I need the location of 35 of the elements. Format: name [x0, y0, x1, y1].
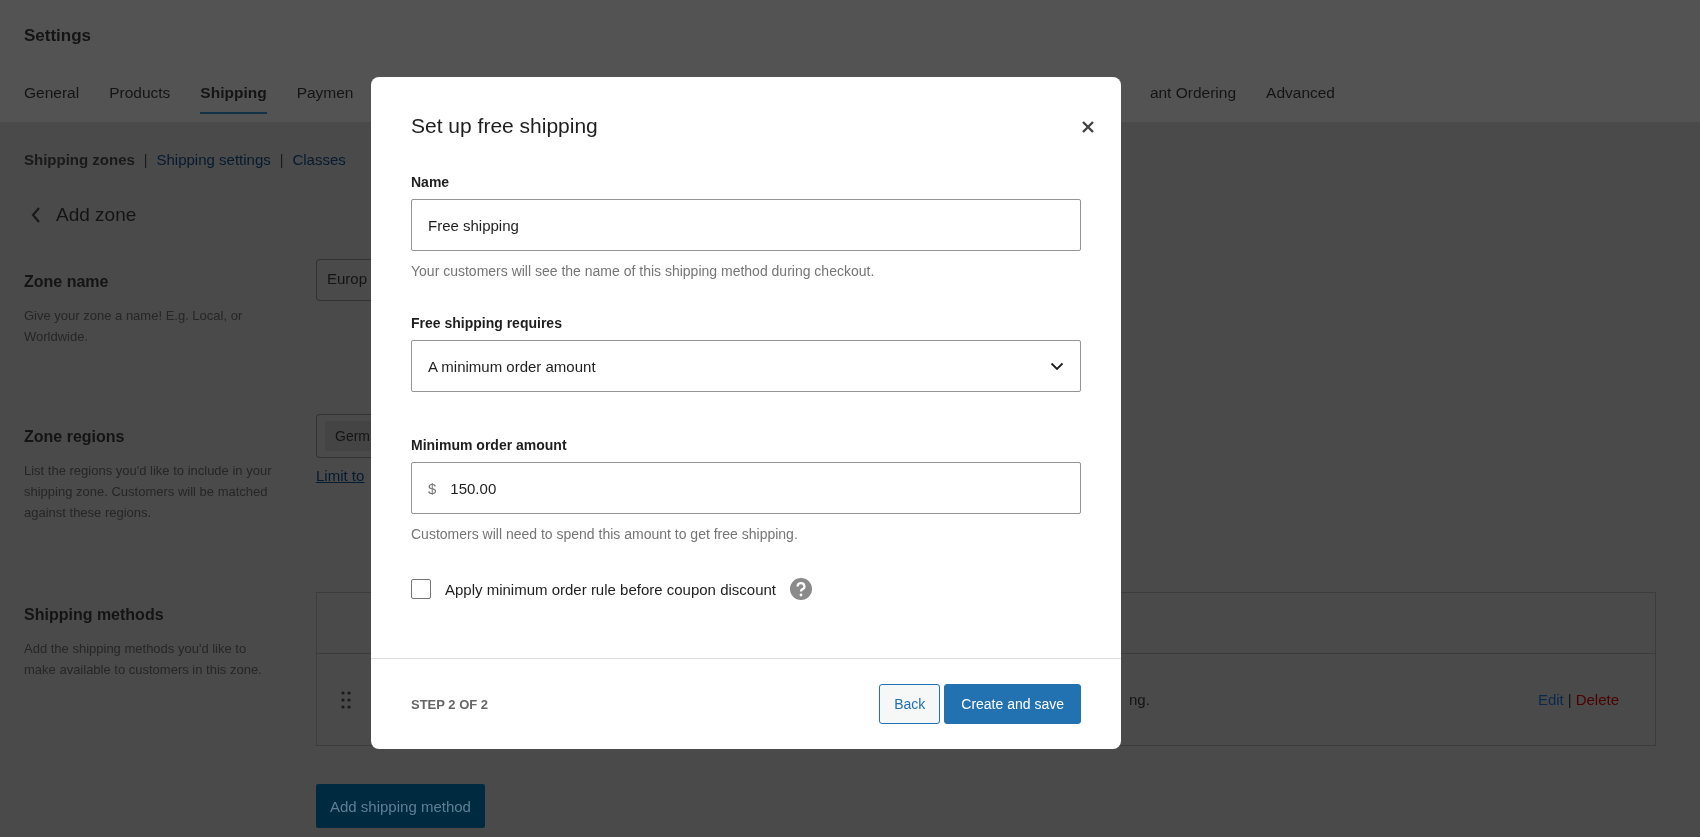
- chevron-left-icon[interactable]: [30, 206, 42, 224]
- help-icon[interactable]: [790, 578, 812, 600]
- edit-link[interactable]: Edit: [1537, 691, 1564, 708]
- field-label: Free shipping requires: [411, 315, 563, 331]
- limit-link[interactable]: Limit to: [316, 467, 365, 484]
- checkbox-label[interactable]: Apply minimum order rule before coupon discount: [445, 580, 776, 598]
- field-label: Name: [411, 174, 451, 190]
- tab[interactable]: Shipping: [200, 84, 267, 114]
- add-shipping-method-button[interactable]: Add shipping method: [316, 784, 485, 828]
- tab[interactable]: Products: [109, 84, 171, 114]
- step-indicator: STEP 2 OF 2: [411, 696, 489, 712]
- requires-select[interactable]: A minimum order amount: [411, 340, 1081, 392]
- tab[interactable]: General: [24, 84, 80, 114]
- separator: |: [143, 151, 148, 168]
- field-label: Minimum order amount: [411, 437, 568, 453]
- subnav-link[interactable]: Classes: [292, 151, 346, 168]
- tab[interactable]: ant Ordering: [1149, 84, 1237, 114]
- close-icon[interactable]: [1081, 120, 1095, 134]
- checkbox[interactable]: [411, 579, 431, 599]
- name-field[interactable]: Free shipping: [411, 199, 1081, 251]
- delete-link[interactable]: Delete: [1575, 691, 1619, 708]
- page-title: Settings: [24, 25, 93, 46]
- separator: |: [279, 151, 284, 168]
- drag-handle-icon[interactable]: [341, 690, 351, 709]
- chevron-down-icon: [1050, 361, 1064, 371]
- tab[interactable]: Advanced: [1266, 84, 1335, 114]
- help-text: Your customers will see the name of this shipping method during checkout.: [411, 263, 876, 279]
- tab[interactable]: Paymen: [296, 84, 354, 114]
- dialog-title: Set up free shipping: [411, 114, 598, 138]
- back-button[interactable]: Back: [879, 684, 941, 724]
- help-text: Customers will need to spend this amount to get free shipping.: [411, 526, 799, 542]
- separator: |: [1567, 691, 1572, 708]
- create-and-save-button[interactable]: Create and save: [944, 684, 1081, 724]
- subnav-link[interactable]: Shipping settings: [156, 151, 271, 168]
- minimum-amount-field[interactable]: $ 150.00: [411, 462, 1081, 514]
